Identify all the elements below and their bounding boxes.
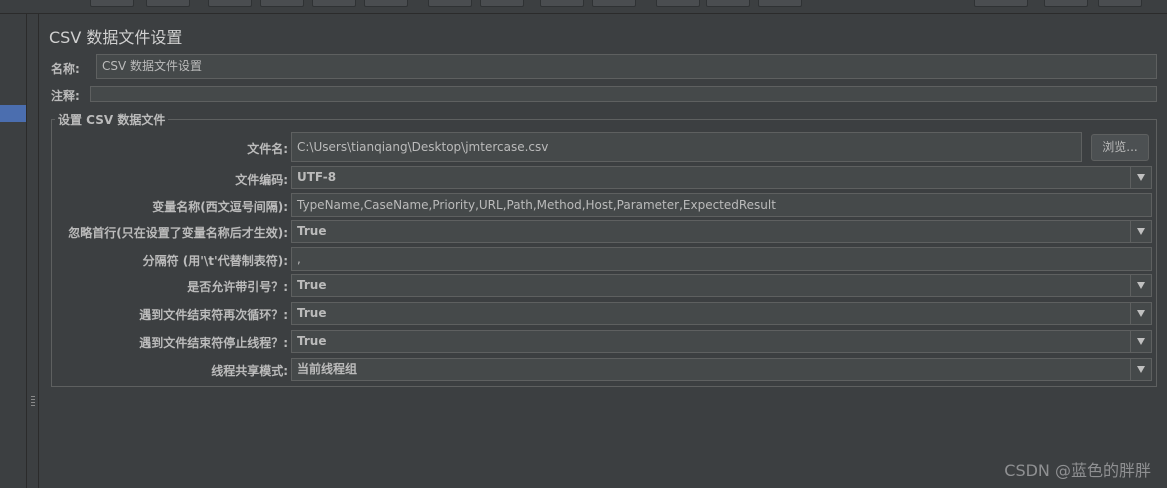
allow-quoted-value: True [297,278,327,292]
name-field[interactable]: CSV 数据文件设置 [96,54,1157,79]
delimiter-field[interactable]: , [291,247,1152,271]
recycle-eof-label: 遇到文件结束符再次循环？: [139,308,288,322]
test-plan-tree[interactable] [0,14,27,488]
stop-thread-eof-select[interactable]: True [291,330,1152,353]
stop-thread-eof-value: True [297,334,327,348]
toolbar-button[interactable] [540,0,584,7]
chevron-down-icon [1137,282,1145,289]
toolbar-button[interactable] [480,0,524,7]
ignore-first-line-select[interactable]: True [291,220,1152,243]
filename-field[interactable]: C:\Users\tianqiang\Desktop\jmtercase.csv [291,132,1082,162]
encoding-value: UTF-8 [297,170,337,184]
delimiter-label: 分隔符 (用'\t'代替制表符): [142,254,288,268]
group-title: 设置 CSV 数据文件 [55,111,169,128]
allow-quoted-select[interactable]: True [291,274,1152,297]
page-title: CSV 数据文件设置 [49,28,183,47]
allow-quoted-label: 是否允许带引号？: [187,280,288,294]
toolbar-button[interactable] [656,0,700,7]
variable-names-label: 变量名称(西文逗号间隔): [152,200,288,214]
encoding-select[interactable]: UTF-8 [291,166,1152,189]
splitter-grip-icon[interactable] [31,396,35,408]
comment-label: 注释: [51,89,80,103]
toolbar [0,0,1167,14]
sharing-mode-select[interactable]: 当前线程组 [291,358,1152,381]
filename-label: 文件名: [247,142,288,156]
toolbar-button[interactable] [90,0,134,7]
toolbar-button[interactable] [146,0,190,7]
ignore-first-line-label: 忽略首行(只在设置了变量名称后才生效): [68,226,288,240]
chevron-down-icon [1137,366,1145,373]
stop-thread-eof-label: 遇到文件结束符停止线程？: [139,336,288,350]
name-label: 名称: [51,62,80,76]
toolbar-button[interactable] [592,0,636,7]
dropdown-button[interactable] [1130,221,1151,242]
toolbar-button[interactable] [706,0,750,7]
toolbar-button[interactable] [1044,0,1088,7]
toolbar-button[interactable] [364,0,408,7]
chevron-down-icon [1137,338,1145,345]
toolbar-button[interactable] [974,0,1028,7]
chevron-down-icon [1137,310,1145,317]
browse-button[interactable]: 浏览... [1091,134,1149,161]
comment-field[interactable] [90,86,1157,102]
ignore-first-line-value: True [297,224,327,238]
toolbar-button[interactable] [1098,0,1142,7]
chevron-down-icon [1137,174,1145,181]
encoding-label: 文件编码: [235,173,288,187]
dropdown-button[interactable] [1130,331,1151,352]
toolbar-button[interactable] [428,0,472,7]
watermark: CSDN @蓝色的胖胖 [1004,461,1151,480]
toolbar-button[interactable] [208,0,252,7]
tree-selected-item[interactable] [0,105,26,122]
splitter[interactable] [27,14,39,488]
toolbar-button[interactable] [260,0,304,7]
recycle-eof-select[interactable]: True [291,302,1152,325]
dropdown-button[interactable] [1130,303,1151,324]
toolbar-button[interactable] [312,0,356,7]
dropdown-button[interactable] [1130,275,1151,296]
dropdown-button[interactable] [1130,359,1151,380]
chevron-down-icon [1137,228,1145,235]
toolbar-button[interactable] [758,0,802,7]
variable-names-field[interactable]: TypeName,CaseName,Priority,URL,Path,Meth… [291,193,1152,217]
sharing-mode-value: 当前线程组 [297,362,358,376]
dropdown-button[interactable] [1130,167,1151,188]
sharing-mode-label: 线程共享模式: [211,364,288,378]
recycle-eof-value: True [297,306,327,320]
